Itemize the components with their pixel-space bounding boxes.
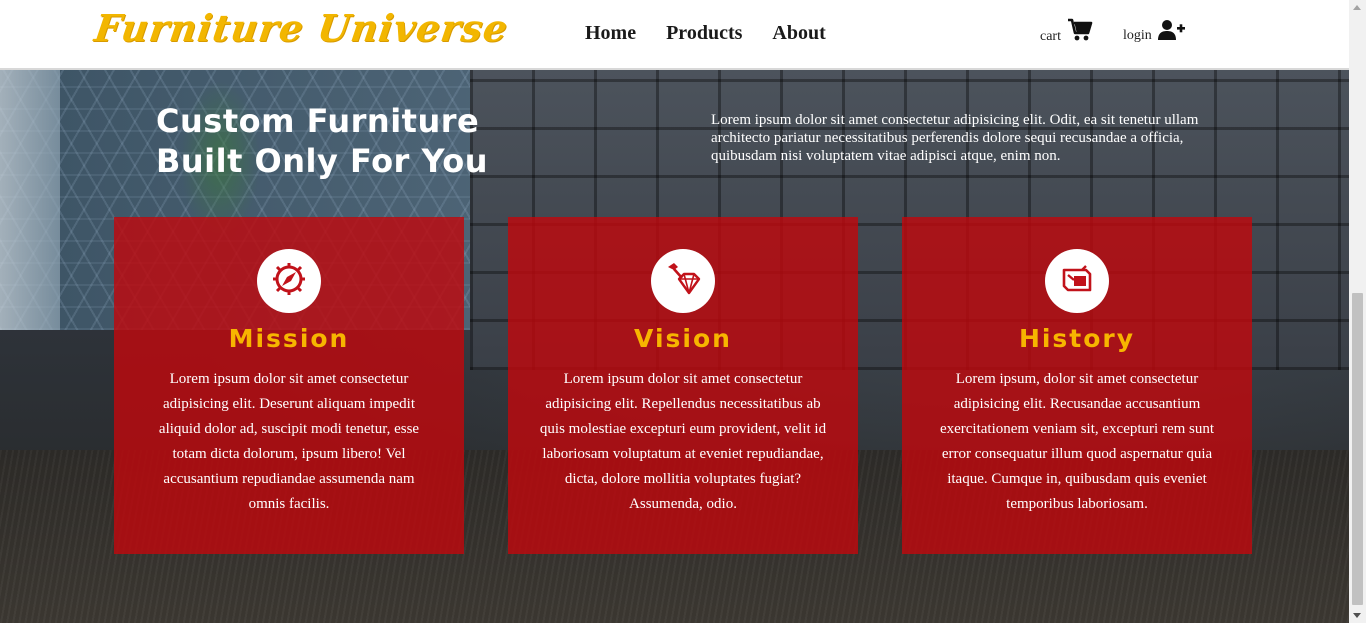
history-card: History Lorem ipsum, dolor sit amet cons…: [902, 217, 1252, 554]
hero-title-line1: Custom Furniture: [156, 102, 480, 140]
history-icon: [1060, 262, 1094, 301]
login-link[interactable]: login: [1123, 19, 1186, 46]
cart-label: cart: [1040, 29, 1061, 44]
mission-text: Lorem ipsum dolor sit amet consectetur a…: [158, 371, 420, 512]
hero-title-line2: Built Only For You: [156, 142, 488, 180]
nav-link-products[interactable]: Products: [666, 22, 742, 45]
scroll-up-arrow-icon[interactable]: [1353, 5, 1361, 10]
user-plus-icon: [1157, 19, 1186, 46]
history-text: Lorem ipsum, dolor sit amet consectetur …: [939, 371, 1215, 512]
nav-link-about[interactable]: About: [772, 22, 825, 45]
history-icon-circle: [1045, 249, 1109, 313]
vision-icon-circle: [651, 249, 715, 313]
hero-section: Custom Furniture Built Only For You Lore…: [0, 70, 1349, 623]
shopping-cart-icon: [1067, 18, 1093, 47]
hero-title: Custom Furniture Built Only For You: [156, 101, 556, 181]
mission-title: Mission: [228, 324, 350, 353]
scroll-down-arrow-icon[interactable]: [1353, 613, 1361, 618]
hero-description: Lorem ipsum dolor sit amet consectetur a…: [711, 112, 1199, 164]
vision-title: Vision: [634, 324, 732, 353]
navbar: Furniture Universe Home Products About c…: [0, 0, 1349, 70]
scrollbar-thumb[interactable]: [1352, 293, 1363, 605]
cart-link[interactable]: cart: [1040, 18, 1093, 47]
history-title: History: [1018, 324, 1136, 353]
nav-link-home[interactable]: Home: [585, 22, 636, 45]
login-label: login: [1122, 28, 1152, 43]
vision-text: Lorem ipsum dolor sit amet consectetur a…: [539, 371, 827, 512]
vision-card: Vision Lorem ipsum dolor sit amet consec…: [508, 217, 858, 554]
site-logo[interactable]: Furniture Universe: [92, 6, 511, 50]
hero-background-window: [0, 70, 60, 330]
mission-icon-circle: [257, 249, 321, 313]
compass-icon: [272, 262, 306, 301]
nav-actions: cart login: [1040, 18, 1186, 47]
nav-links: Home Products About: [585, 22, 856, 45]
page-scrollbar[interactable]: [1349, 0, 1366, 623]
mission-card: Mission Lorem ipsum dolor sit amet conse…: [114, 217, 464, 554]
gem-hammer-icon: [665, 261, 701, 302]
